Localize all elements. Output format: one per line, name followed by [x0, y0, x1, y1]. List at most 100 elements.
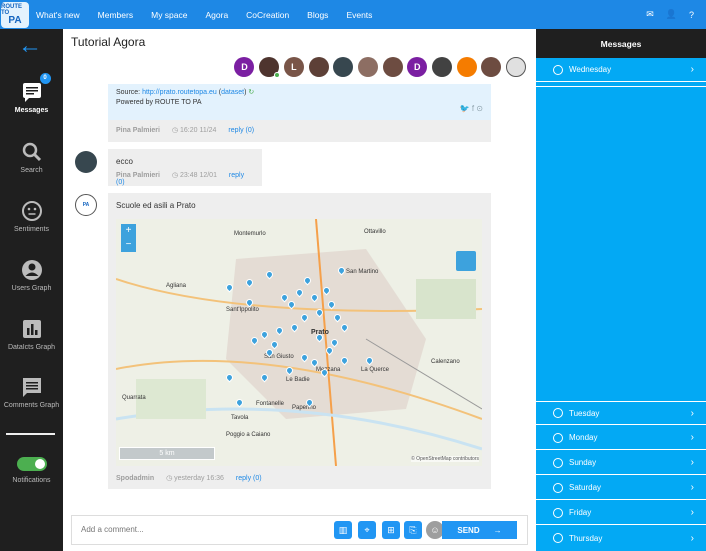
sidebar-divider: [6, 433, 55, 435]
comment-icon: [21, 376, 43, 398]
clock-icon: [553, 533, 563, 543]
avatar[interactable]: L: [283, 57, 304, 77]
sidebar-label: Notifications: [12, 477, 51, 484]
message-bubble: Source: http://prato.routetopa.eu (datas…: [108, 84, 491, 142]
sidebar-label: Search: [20, 167, 43, 174]
messages-badge: 0: [39, 73, 51, 84]
help-icon[interactable]: ?: [689, 10, 694, 20]
day-label: Tuesday: [569, 408, 600, 418]
chevron-right-icon: ›: [690, 64, 694, 75]
mail-icon[interactable]: ✉: [646, 9, 654, 20]
user-icon: [21, 259, 43, 281]
day-item-sunday[interactable]: Sunday ›: [536, 451, 706, 475]
map-background: [116, 219, 482, 466]
avatar[interactable]: [431, 57, 452, 77]
nav-blogs[interactable]: Blogs: [307, 10, 328, 20]
clock-icon: [553, 408, 563, 418]
nav-my-space[interactable]: My space: [151, 10, 187, 20]
layers-icon[interactable]: [456, 251, 476, 271]
avatar[interactable]: [382, 57, 403, 77]
refresh-icon[interactable]: ↻: [248, 89, 254, 96]
clock-icon: ◷: [166, 475, 173, 482]
author-name[interactable]: Spodadmin: [116, 475, 154, 482]
avatar[interactable]: [259, 57, 281, 78]
sidebar-item-users-graph[interactable]: Users Graph: [0, 259, 63, 292]
sidebar-item-notifications[interactable]: Notifications: [0, 457, 63, 484]
avatar[interactable]: [308, 57, 329, 77]
add-folder-button[interactable]: ⊞: [382, 521, 400, 539]
map-place-label: Fontanelle: [256, 401, 285, 407]
dataset-link[interactable]: dataset: [221, 89, 244, 96]
clock-icon: [553, 457, 563, 468]
logo-top-text: ROUTE TO: [1, 3, 22, 16]
user-icon[interactable]: 👤: [666, 9, 677, 20]
twitter-icon[interactable]: 🐦: [460, 104, 470, 113]
nav-events[interactable]: Events: [346, 10, 372, 20]
nav-members[interactable]: Members: [98, 10, 133, 20]
day-item-tuesday[interactable]: Tuesday ›: [536, 401, 706, 425]
day-item-saturday[interactable]: Saturday ›: [536, 476, 706, 500]
map-scale: 5 km: [119, 447, 215, 460]
sidebar-item-search[interactable]: Search: [0, 141, 63, 174]
chevron-right-icon: ›: [690, 407, 694, 419]
avatar[interactable]: PA: [75, 194, 97, 216]
back-arrow-icon[interactable]: ←: [18, 34, 42, 58]
day-label: Saturday: [569, 483, 602, 492]
add-map-pin-button[interactable]: ⌖: [358, 521, 376, 539]
message-text: Scuole ed asili a Prato: [116, 201, 196, 210]
reply-link[interactable]: reply (0): [228, 127, 254, 134]
author-name[interactable]: Pina Palmieri: [116, 172, 160, 179]
day-item-monday[interactable]: Monday ›: [536, 426, 706, 450]
day-item-thursday[interactable]: Thursday ›: [536, 526, 706, 550]
avatar[interactable]: [333, 57, 354, 77]
avatar[interactable]: [456, 57, 477, 77]
clock-icon: [553, 482, 563, 493]
sidebar-item-datalets-graph[interactable]: DataIcts Graph: [0, 318, 63, 351]
nav-agora[interactable]: Agora: [205, 10, 228, 20]
day-messages-area: [536, 86, 706, 401]
sidebar-item-sentiments[interactable]: Sentiments: [0, 200, 63, 233]
map-place-label: Paperino: [292, 405, 317, 411]
page-title: Tutorial Agora: [71, 35, 146, 49]
map-attribution: © OpenStreetMap contributors: [411, 456, 479, 462]
send-button[interactable]: SEND →: [442, 521, 517, 539]
map-place-label: Agliana: [166, 283, 187, 289]
map-place-label: Montemurlo: [234, 231, 266, 237]
share-icon[interactable]: ⊙: [476, 104, 483, 113]
map-place-label: Calenzano: [431, 359, 460, 365]
sidebar-item-comments-graph[interactable]: Comments Graph: [0, 376, 63, 409]
chat-icon: 0: [21, 73, 51, 103]
map-place-label: Poggio a Caiano: [226, 432, 271, 438]
nav-cocreation[interactable]: CoCreation: [246, 10, 289, 20]
chevron-right-icon: ›: [690, 532, 694, 544]
comment-input[interactable]: Add a comment...: [81, 525, 144, 534]
zoom-in-button[interactable]: +: [121, 224, 136, 238]
logo-bottom-text: PA: [8, 14, 22, 26]
map-widget[interactable]: + − Montemurlo Agliana Sant'Ippolito Pra…: [116, 219, 482, 466]
attach-icon[interactable]: ⎘: [404, 521, 422, 539]
add-datalet-button[interactable]: ▥: [334, 521, 352, 539]
avatar[interactable]: [357, 57, 378, 77]
sidebar-item-messages[interactable]: 0 Messages: [0, 73, 63, 114]
members-avatars: D L D: [230, 57, 526, 78]
facebook-icon[interactable]: f: [472, 104, 474, 113]
notifications-toggle[interactable]: [16, 457, 47, 471]
route-to-pa-logo[interactable]: ROUTE TO PA: [1, 1, 29, 28]
zoom-out-button[interactable]: −: [121, 238, 136, 252]
sidebar-label: Messages: [14, 107, 49, 114]
nav-whats-new[interactable]: What's new: [36, 10, 80, 20]
avatar[interactable]: [506, 57, 526, 77]
datalet-card: Source: http://prato.routetopa.eu (datas…: [108, 84, 491, 120]
avatar[interactable]: D: [234, 57, 255, 77]
message-bubble: ecco Pina Palmieri ◷ 23:48 12/01 reply (…: [108, 149, 262, 186]
source-link[interactable]: http://prato.routetopa.eu: [142, 89, 217, 96]
avatar[interactable]: [75, 151, 97, 173]
reply-link[interactable]: reply (0): [236, 475, 262, 482]
timestamp: 16:20 11/24: [179, 127, 217, 134]
clock-icon: [553, 64, 563, 75]
author-name[interactable]: Pina Palmieri: [116, 127, 160, 134]
day-item-friday[interactable]: Friday ›: [536, 501, 706, 525]
avatar[interactable]: D: [407, 57, 428, 77]
day-item-wednesday[interactable]: Wednesday ›: [536, 58, 706, 82]
avatar[interactable]: [481, 57, 502, 77]
